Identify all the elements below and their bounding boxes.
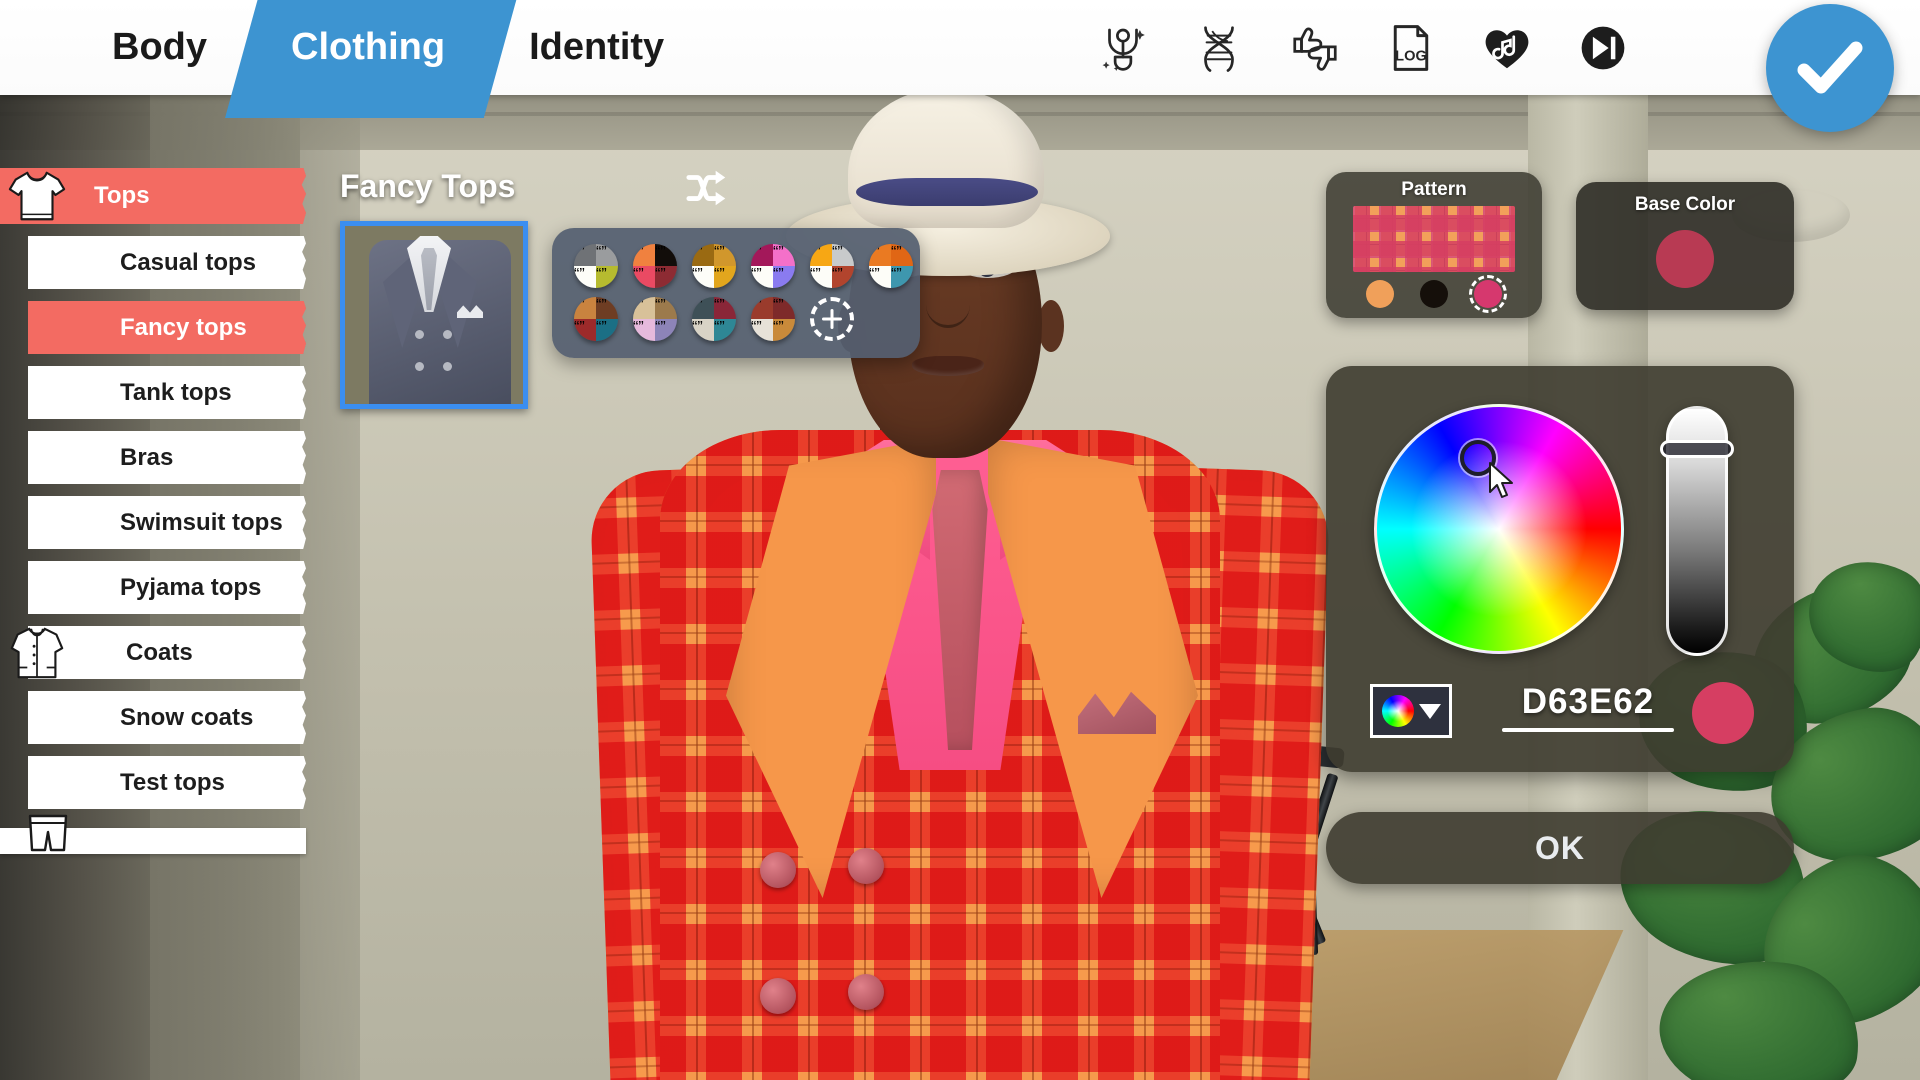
sidebar-item-label: Bras xyxy=(120,443,174,471)
shuffle-icon[interactable] xyxy=(685,165,731,211)
sidebar-item-label: Coats xyxy=(126,638,193,666)
sidebar-item-label: Pyjama tops xyxy=(120,573,262,601)
sidebar-item-label: Fancy tops xyxy=(120,313,247,341)
clothing-category-sidebar: Tops Casual tops Fancy tops Tank tops Br… xyxy=(0,168,306,821)
top-icon-group: LOG xyxy=(1096,0,1630,95)
jacket-icon xyxy=(10,627,64,678)
swatch-3[interactable] xyxy=(751,244,795,288)
tshirt-icon xyxy=(8,171,66,221)
panel-title: Fancy Tops xyxy=(340,168,516,204)
hex-color-value[interactable]: D63E62 xyxy=(1502,682,1674,722)
sidebar-item-label: Tank tops xyxy=(120,378,232,406)
pattern-panel-title: Pattern xyxy=(1401,179,1467,200)
pattern-color-dot-1[interactable] xyxy=(1420,280,1448,308)
swatch-7[interactable] xyxy=(633,297,677,341)
color-swatch-flyout xyxy=(552,228,920,358)
swatch-5[interactable] xyxy=(869,244,913,288)
sidebar-item-label: Casual tops xyxy=(120,248,257,276)
tab-clothing[interactable]: Clothing xyxy=(249,0,487,95)
sidebar-item-pyjama-tops[interactable]: Pyjama tops xyxy=(0,561,306,614)
color-preview-swatch xyxy=(1692,682,1754,744)
sidebar-item-label: Swimsuit tops xyxy=(120,508,283,536)
sidebar-item-coats[interactable]: Coats xyxy=(0,626,306,679)
swatch-9[interactable] xyxy=(751,297,795,341)
hex-field-underline xyxy=(1502,728,1674,732)
swatch-row-2 xyxy=(552,297,920,341)
add-swatch-button[interactable] xyxy=(810,297,854,341)
sidebar-item-swimsuit-tops[interactable]: Swimsuit tops xyxy=(0,496,306,549)
pattern-panel: Pattern xyxy=(1326,172,1542,318)
swatch-2[interactable] xyxy=(692,244,736,288)
suit-button xyxy=(848,974,884,1010)
sidebar-item-label: Test tops xyxy=(120,768,225,796)
swatch-6[interactable] xyxy=(574,297,618,341)
pattern-color-dot-0[interactable] xyxy=(1366,280,1394,308)
log-document-icon[interactable]: LOG xyxy=(1384,21,1438,75)
pattern-color-dots xyxy=(1326,275,1542,313)
mouse-pointer-icon xyxy=(1489,462,1513,498)
swatch-0[interactable] xyxy=(574,244,618,288)
suit-button xyxy=(848,848,884,884)
sidebar-item-tops[interactable]: Tops xyxy=(0,168,306,224)
thumbs-rating-icon[interactable] xyxy=(1288,21,1342,75)
sidebar-item-label: Snow coats xyxy=(120,703,254,731)
sidebar-item-bras[interactable]: Bras xyxy=(0,431,306,484)
confirm-checkmark-icon xyxy=(1797,41,1863,94)
swatch-4[interactable] xyxy=(810,244,854,288)
heart-music-icon[interactable] xyxy=(1480,21,1534,75)
svg-text:LOG: LOG xyxy=(1395,48,1427,64)
ok-button[interactable]: OK xyxy=(1326,812,1794,884)
confirm-button[interactable] xyxy=(1766,4,1894,132)
item-thumbnail-fancy-suit[interactable] xyxy=(340,221,528,409)
sidebar-item-test-tops[interactable]: Test tops xyxy=(0,756,306,809)
swatch-row-1 xyxy=(552,244,920,288)
color-picker-panel: D63E62 xyxy=(1326,366,1794,772)
pattern-preview[interactable] xyxy=(1353,206,1515,272)
sidebar-item-casual-tops[interactable]: Casual tops xyxy=(0,236,306,289)
randomize-pose-icon[interactable] xyxy=(1096,21,1150,75)
hsv-color-wheel[interactable] xyxy=(1374,404,1624,654)
suit-button xyxy=(760,978,796,1014)
pattern-color-dot-2[interactable] xyxy=(1469,275,1507,313)
mouth xyxy=(912,356,984,376)
swatch-1[interactable] xyxy=(633,244,677,288)
swatch-8[interactable] xyxy=(692,297,736,341)
top-navigation-bar: Body Clothing Identity LOG xyxy=(0,0,1920,132)
sidebar-item-snow-coats[interactable]: Snow coats xyxy=(0,691,306,744)
skip-next-icon[interactable] xyxy=(1576,21,1630,75)
color-mode-dropdown[interactable] xyxy=(1370,684,1452,738)
tab-identity[interactable]: Identity xyxy=(487,0,706,95)
nose xyxy=(926,282,970,328)
base-color-swatch[interactable] xyxy=(1656,230,1714,288)
base-color-title: Base Color xyxy=(1634,194,1736,215)
sidebar-item-tank-tops[interactable]: Tank tops xyxy=(0,366,306,419)
sidebar-item-label: Tops xyxy=(94,182,150,209)
base-color-panel: Base Color xyxy=(1576,182,1794,310)
chevron-down-icon xyxy=(1418,703,1441,719)
value-slider-handle[interactable] xyxy=(1660,440,1734,458)
tab-body[interactable]: Body xyxy=(0,0,249,95)
dna-icon[interactable] xyxy=(1192,21,1246,75)
fedora-crown xyxy=(848,88,1044,228)
suit-button xyxy=(760,852,796,888)
item-browser-panel: Fancy Tops xyxy=(340,168,726,409)
sidebar-item-fancy-tops[interactable]: Fancy tops xyxy=(0,301,306,354)
color-wheel-icon xyxy=(1381,695,1414,727)
main-tabs: Body Clothing Identity xyxy=(0,0,706,95)
fedora-band xyxy=(856,178,1038,206)
